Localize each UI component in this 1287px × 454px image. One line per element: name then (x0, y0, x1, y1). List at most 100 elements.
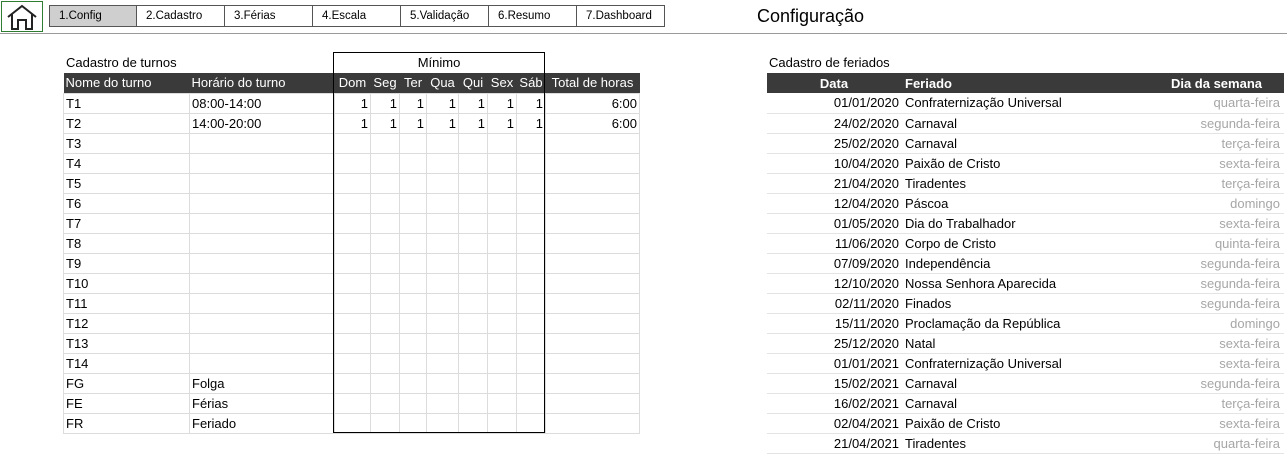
shift-day-cell[interactable] (334, 252, 371, 274)
shift-day-cell[interactable] (516, 272, 546, 294)
holiday-date-cell[interactable]: 10/04/2020 (767, 153, 903, 174)
shift-day-cell[interactable]: 1 (399, 92, 427, 114)
shift-schedule-cell[interactable] (189, 192, 335, 214)
shift-day-cell[interactable] (487, 132, 517, 154)
shift-total-cell[interactable] (545, 292, 640, 314)
shift-schedule-cell[interactable] (189, 332, 335, 354)
shift-day-cell[interactable] (370, 412, 400, 434)
shift-day-cell[interactable] (426, 172, 459, 194)
holiday-weekday-cell[interactable]: sexta-feira (1153, 153, 1284, 174)
shift-day-cell[interactable]: 1 (516, 92, 546, 114)
holiday-weekday-cell[interactable]: quinta-feira (1153, 233, 1284, 254)
shift-day-cell[interactable] (334, 352, 371, 374)
shift-day-cell[interactable] (426, 412, 459, 434)
shift-day-cell[interactable] (458, 212, 488, 234)
tab-6[interactable]: 7.Dashboard (577, 5, 665, 27)
shift-total-cell[interactable]: 6:00 (545, 112, 640, 134)
shift-day-cell[interactable] (426, 392, 459, 414)
holiday-weekday-cell[interactable]: segunda-feira (1153, 373, 1284, 394)
holiday-name-cell[interactable]: Finados (903, 293, 1153, 314)
shift-total-cell[interactable] (545, 192, 640, 214)
shift-day-cell[interactable] (334, 312, 371, 334)
holiday-date-cell[interactable]: 02/04/2021 (767, 413, 903, 434)
shift-day-cell[interactable] (399, 272, 427, 294)
shift-day-cell[interactable] (487, 272, 517, 294)
shift-day-cell[interactable] (516, 372, 546, 394)
shift-schedule-cell[interactable] (189, 132, 335, 154)
shift-total-cell[interactable] (545, 312, 640, 334)
shift-total-cell[interactable] (545, 352, 640, 374)
holiday-name-cell[interactable]: Independência (903, 253, 1153, 274)
shift-day-cell[interactable] (370, 252, 400, 274)
holiday-date-cell[interactable]: 15/02/2021 (767, 373, 903, 394)
shift-name-cell[interactable]: T3 (63, 132, 190, 154)
holiday-weekday-cell[interactable]: sexta-feira (1153, 213, 1284, 234)
shift-total-cell[interactable] (545, 232, 640, 254)
shift-name-cell[interactable]: T14 (63, 352, 190, 374)
shift-schedule-cell[interactable]: Folga (189, 372, 335, 394)
shift-day-cell[interactable] (370, 132, 400, 154)
shift-day-cell[interactable] (399, 232, 427, 254)
shift-day-cell[interactable] (370, 232, 400, 254)
shift-day-cell[interactable] (458, 252, 488, 274)
shift-day-cell[interactable] (458, 172, 488, 194)
holiday-name-cell[interactable]: Paixão de Cristo (903, 413, 1153, 434)
home-button[interactable] (1, 1, 43, 32)
shift-day-cell[interactable] (516, 152, 546, 174)
shift-total-cell[interactable] (545, 272, 640, 294)
shift-schedule-cell[interactable]: Férias (189, 392, 335, 414)
holiday-name-cell[interactable]: Carnaval (903, 133, 1153, 154)
shift-day-cell[interactable]: 1 (426, 92, 459, 114)
shift-day-cell[interactable] (487, 292, 517, 314)
shift-name-cell[interactable]: T4 (63, 152, 190, 174)
shift-name-cell[interactable]: FR (63, 412, 190, 434)
shift-day-cell[interactable] (487, 172, 517, 194)
shift-total-cell[interactable] (545, 212, 640, 234)
shift-day-cell[interactable] (458, 232, 488, 254)
tab-4[interactable]: 5.Validação (401, 5, 489, 27)
holiday-name-cell[interactable]: Proclamação da República (903, 313, 1153, 334)
shift-day-cell[interactable] (399, 192, 427, 214)
holiday-name-cell[interactable]: Carnaval (903, 393, 1153, 414)
shift-name-cell[interactable]: T5 (63, 172, 190, 194)
shift-schedule-cell[interactable] (189, 272, 335, 294)
shift-name-cell[interactable]: T8 (63, 232, 190, 254)
shift-day-cell[interactable] (516, 132, 546, 154)
shift-day-cell[interactable] (370, 292, 400, 314)
shift-schedule-cell[interactable] (189, 172, 335, 194)
holiday-date-cell[interactable]: 01/05/2020 (767, 213, 903, 234)
shift-day-cell[interactable] (399, 352, 427, 374)
shift-total-cell[interactable] (545, 132, 640, 154)
shift-total-cell[interactable] (545, 152, 640, 174)
shift-day-cell[interactable]: 1 (334, 92, 371, 114)
shift-day-cell[interactable] (370, 192, 400, 214)
shift-day-cell[interactable] (458, 292, 488, 314)
shift-name-cell[interactable]: FG (63, 372, 190, 394)
shift-day-cell[interactable]: 1 (487, 112, 517, 134)
shift-schedule-cell[interactable] (189, 292, 335, 314)
shift-day-cell[interactable] (370, 272, 400, 294)
shift-day-cell[interactable] (516, 172, 546, 194)
shift-day-cell[interactable] (458, 392, 488, 414)
shift-day-cell[interactable] (370, 352, 400, 374)
holiday-name-cell[interactable]: Confraternização Universal (903, 93, 1153, 114)
shift-day-cell[interactable] (426, 192, 459, 214)
tab-3[interactable]: 4.Escala (313, 5, 401, 27)
shift-total-cell[interactable] (545, 392, 640, 414)
shift-name-cell[interactable]: T10 (63, 272, 190, 294)
holiday-weekday-cell[interactable]: quarta-feira (1153, 93, 1284, 114)
shift-day-cell[interactable] (334, 212, 371, 234)
holiday-date-cell[interactable]: 25/02/2020 (767, 133, 903, 154)
shift-day-cell[interactable] (334, 132, 371, 154)
holiday-date-cell[interactable]: 16/02/2021 (767, 393, 903, 414)
shift-day-cell[interactable] (487, 152, 517, 174)
shift-day-cell[interactable] (516, 412, 546, 434)
holiday-date-cell[interactable]: 11/06/2020 (767, 233, 903, 254)
shift-total-cell[interactable] (545, 332, 640, 354)
shift-day-cell[interactable] (516, 352, 546, 374)
shift-day-cell[interactable] (487, 252, 517, 274)
shift-day-cell[interactable] (399, 132, 427, 154)
shift-day-cell[interactable] (487, 192, 517, 214)
tab-1[interactable]: 2.Cadastro (137, 5, 225, 27)
shift-schedule-cell[interactable]: 14:00-20:00 (189, 112, 335, 134)
